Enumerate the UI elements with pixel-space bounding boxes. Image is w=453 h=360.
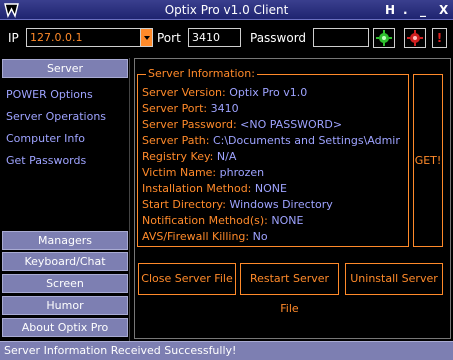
dot-button[interactable]: .	[403, 3, 408, 17]
disconnect-plug-button[interactable]	[404, 28, 426, 48]
ip-dropdown-button[interactable]	[140, 28, 153, 47]
sidebar-link-get-passwords[interactable]: Get Passwords	[6, 154, 86, 167]
help-button[interactable]: H	[385, 3, 395, 17]
info-row-victim-name: Victim Name: phrozen	[142, 166, 265, 179]
title-bar: Optix Pro v1.0 Client H . _ X	[0, 0, 453, 20]
sidebar-humor-button[interactable]: Humor	[2, 296, 128, 315]
disconnect-plug-icon	[407, 30, 423, 46]
info-row-version: Server Version: Optix Pro v1.0	[142, 86, 308, 99]
sidebar-keyboard-chat-button[interactable]: Keyboard/Chat	[2, 252, 128, 271]
server-info-title: Server Information:	[146, 67, 257, 80]
connect-button[interactable]	[373, 28, 395, 48]
connect-plug-icon	[376, 30, 392, 46]
sidebar-about-button[interactable]: About Optix Pro	[2, 318, 128, 337]
ip-label: IP	[8, 31, 19, 45]
restart-server-file-button[interactable]: Restart Server File	[240, 263, 339, 315]
info-row-registry-key: Registry Key: N/A	[142, 150, 237, 163]
info-row-avs-firewall: AVS/Firewall Killing: No	[142, 230, 268, 243]
port-input[interactable]: 3410	[188, 28, 241, 47]
port-label: Port	[157, 31, 181, 45]
info-row-start-directory: Start Directory: Windows Directory	[142, 198, 333, 211]
info-row-path: Server Path: C:\Documents and Settings\A…	[142, 134, 400, 147]
password-label: Password	[250, 31, 307, 45]
password-input[interactable]	[313, 28, 369, 47]
info-row-password: Server Password: <NO PASSWORD>	[142, 118, 343, 131]
sidebar-link-server-operations[interactable]: Server Operations	[6, 110, 106, 123]
ip-input[interactable]: 127.0.0.1	[26, 28, 141, 47]
status-bar: Server Information Received Successfully…	[0, 341, 453, 360]
sidebar-link-power-options[interactable]: POWER Options	[6, 88, 93, 101]
info-row-installation-method: Installation Method: NONE	[142, 182, 287, 195]
get-info-button[interactable]: GET!	[413, 74, 443, 247]
uninstall-server-button[interactable]: Uninstall Server	[345, 263, 443, 295]
sidebar-managers-button[interactable]: Managers	[2, 231, 128, 250]
info-row-notification-method: Notification Method(s): NONE	[142, 214, 304, 227]
sidebar-server-button[interactable]: Server	[2, 59, 128, 78]
sidebar-link-computer-info[interactable]: Computer Info	[6, 132, 85, 145]
info-row-port: Server Port: 3410	[142, 102, 239, 115]
sidebar-screen-button[interactable]: Screen	[2, 274, 128, 293]
close-button[interactable]: X	[439, 3, 448, 17]
close-server-file-button[interactable]: Close Server File	[138, 263, 236, 295]
minimize-button[interactable]: _	[420, 3, 426, 17]
alert-button[interactable]: !	[432, 28, 447, 48]
